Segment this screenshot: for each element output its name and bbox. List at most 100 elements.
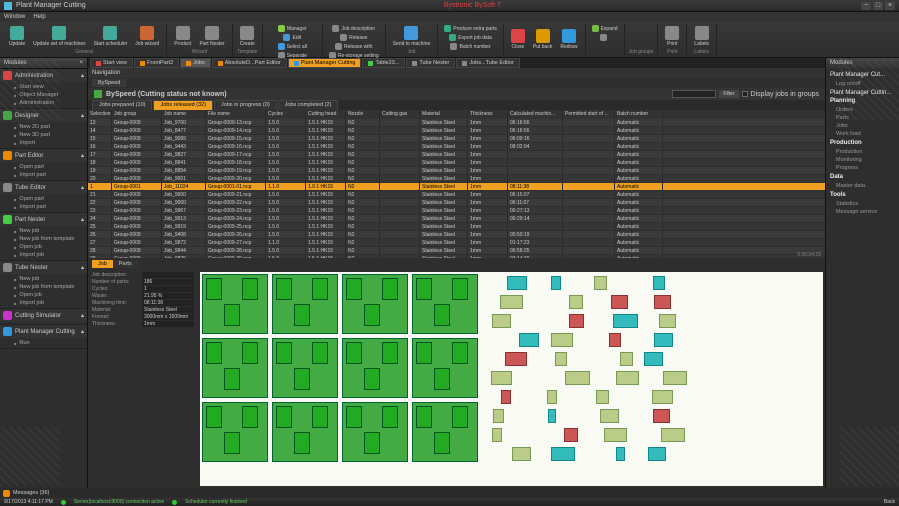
- column-header[interactable]: Thickness: [468, 110, 508, 119]
- module-item[interactable]: New 2D part: [14, 123, 87, 131]
- menu-window[interactable]: Window: [4, 14, 25, 20]
- column-header[interactable]: Cutting gas: [380, 110, 420, 119]
- ribbon-btn[interactable]: Edit: [267, 33, 318, 42]
- menu-help[interactable]: Help: [33, 14, 45, 20]
- nest-preview[interactable]: [200, 272, 823, 486]
- module-item[interactable]: New job: [14, 227, 87, 235]
- module-item[interactable]: New 3D part: [14, 131, 87, 139]
- messages-icon[interactable]: [3, 490, 10, 497]
- module-section[interactable]: Tube Editor▴: [0, 181, 87, 194]
- column-header[interactable]: Cycles: [266, 110, 306, 119]
- table-row[interactable]: 14Group-0009Job_8477Group-0009-14.ncp1.5…: [88, 127, 825, 135]
- job-tab[interactable]: Jobs released (32): [153, 100, 213, 110]
- doc-tab[interactable]: Tube Nester: [406, 58, 455, 68]
- ribbon-btn[interactable]: Update: [6, 24, 28, 49]
- column-header[interactable]: Job name: [162, 110, 206, 119]
- ribbon-btn[interactable]: Start scheduler: [91, 24, 131, 49]
- right-item[interactable]: Jobs: [830, 122, 895, 130]
- right-group[interactable]: Production: [830, 140, 895, 146]
- display-groups-checkbox[interactable]: [742, 91, 748, 97]
- ribbon-btn[interactable]: Export job data: [442, 33, 499, 42]
- table-row[interactable]: 22Group-0009Job_9000Group-0009-22.ncp1.5…: [88, 199, 825, 207]
- column-header[interactable]: Selection: [88, 110, 112, 119]
- doc-tab[interactable]: FrontPart2: [134, 58, 179, 68]
- module-section[interactable]: Tube Nester▴: [0, 261, 87, 274]
- jobs-grid[interactable]: SelectionJob groupJob nameFile nameCycle…: [88, 110, 825, 258]
- ribbon-btn[interactable]: Put back: [530, 24, 555, 55]
- module-item[interactable]: New job from template: [14, 283, 87, 291]
- ribbon-btn[interactable]: [590, 33, 620, 42]
- ribbon-btn[interactable]: Update set of machines: [30, 24, 89, 49]
- table-row[interactable]: 1Group-0001Job_11024Group-0001-01.ncp1.1…: [88, 183, 825, 191]
- module-item[interactable]: Import: [14, 139, 87, 147]
- ribbon-btn[interactable]: Expand: [590, 24, 620, 33]
- table-row[interactable]: 21Group-0009Job_9900Group-0009-21.ncp1.5…: [88, 191, 825, 199]
- table-row[interactable]: 23Group-0009Job_9967Group-0009-23.ncp1.5…: [88, 207, 825, 215]
- right-item[interactable]: Progress: [830, 164, 895, 172]
- maximize-button[interactable]: □: [873, 2, 883, 10]
- detail-tab-parts[interactable]: Parts: [113, 260, 138, 268]
- module-item[interactable]: New job from template: [14, 235, 87, 243]
- table-row[interactable]: 18Group-0009Job_8841Group-0009-18.ncp1.5…: [88, 159, 825, 167]
- module-item[interactable]: Run: [14, 339, 87, 347]
- module-item[interactable]: New job: [14, 275, 87, 283]
- table-row[interactable]: 20Group-0009Job_9001Group-0009-20.ncp1.5…: [88, 175, 825, 183]
- right-item[interactable]: Production: [830, 148, 895, 156]
- ribbon-btn[interactable]: Job description: [327, 24, 381, 33]
- table-row[interactable]: 17Group-0009Job_9827Group-0009-17.ncp1.5…: [88, 151, 825, 159]
- module-item[interactable]: Import part: [14, 171, 87, 179]
- detail-tab-job[interactable]: Job: [92, 260, 113, 268]
- table-row[interactable]: 15Group-0009Job_9099Group-0009-15.ncp1.5…: [88, 135, 825, 143]
- ribbon-btn[interactable]: Job wizard: [132, 24, 162, 49]
- back-button[interactable]: Back: [884, 499, 895, 505]
- module-section[interactable]: Cutting Simulator▴: [0, 309, 87, 322]
- close-button[interactable]: ×: [885, 2, 895, 10]
- filter-button[interactable]: Filter: [719, 90, 738, 98]
- column-header[interactable]: Batch number: [615, 110, 663, 119]
- ribbon-btn[interactable]: Release: [327, 33, 381, 42]
- table-row[interactable]: 16Group-0009Job_9443Group-0009-16.ncp1.5…: [88, 143, 825, 151]
- job-tab[interactable]: Jobs completed (2): [278, 100, 339, 110]
- ribbon-btn[interactable]: Produce extra parts: [442, 24, 499, 33]
- ribbon-btn[interactable]: Product: [171, 24, 194, 49]
- right-group[interactable]: Data: [830, 174, 895, 180]
- job-tab[interactable]: Jobs in progress (0): [214, 100, 277, 110]
- doc-tab[interactable]: Start view: [90, 58, 133, 68]
- module-item[interactable]: Import job: [14, 299, 87, 307]
- ribbon-btn[interactable]: Manager: [267, 24, 318, 33]
- module-item[interactable]: Open part: [14, 163, 87, 171]
- table-row[interactable]: 19Group-0009Job_8854Group-0009-19.ncp1.5…: [88, 167, 825, 175]
- module-item[interactable]: Open job: [14, 243, 87, 251]
- module-item[interactable]: Import part: [14, 203, 87, 211]
- column-header[interactable]: Cutting head: [306, 110, 346, 119]
- module-item[interactable]: Import job: [14, 251, 87, 259]
- column-header[interactable]: Permitted start of ...: [563, 110, 615, 119]
- column-header[interactable]: File name: [206, 110, 266, 119]
- column-header[interactable]: Calculated machin...: [508, 110, 563, 119]
- module-item[interactable]: Open job: [14, 291, 87, 299]
- table-row[interactable]: 24Group-0009Job_9913Group-0009-24.ncp1.5…: [88, 215, 825, 223]
- column-header[interactable]: Material: [420, 110, 468, 119]
- menu-current[interactable]: Plant Manager Cutting: [16, 2, 86, 9]
- table-row[interactable]: 26Group-0009Job_9408Group-0009-26.ncp1.5…: [88, 231, 825, 239]
- right-item[interactable]: Master data: [830, 182, 895, 190]
- table-row[interactable]: 13Group-0009Job_9700Group-0009-13.ncp1.5…: [88, 119, 825, 127]
- doc-tab[interactable]: Jobs...Tube Editor: [456, 58, 519, 68]
- nav-node[interactable]: BySpeed: [92, 79, 126, 87]
- module-section[interactable]: Plant Manager Cutting▴: [0, 325, 87, 338]
- ribbon-btn[interactable]: Batch number: [442, 42, 499, 51]
- table-row[interactable]: 29Group-0009Job_9875Group-0009-29.ncp1.5…: [88, 255, 825, 258]
- column-header[interactable]: Job group: [112, 110, 162, 119]
- job-tab[interactable]: Jobs prepared (10): [92, 100, 152, 110]
- module-item[interactable]: Open part: [14, 195, 87, 203]
- module-section[interactable]: Part Nester▴: [0, 213, 87, 226]
- right-group[interactable]: Tools: [830, 192, 895, 198]
- minimize-button[interactable]: −: [861, 2, 871, 10]
- doc-tab[interactable]: Plant Manager Cutting: [288, 58, 362, 68]
- ribbon-btn[interactable]: Release with: [327, 42, 381, 51]
- table-row[interactable]: 25Group-0009Job_9919Group-0009-25.ncp1.5…: [88, 223, 825, 231]
- module-section[interactable]: Part Editor▴: [0, 149, 87, 162]
- ribbon-btn[interactable]: Labels: [691, 24, 712, 49]
- ribbon-btn[interactable]: Redraw: [557, 24, 580, 55]
- doc-tab[interactable]: Jobs: [180, 58, 211, 68]
